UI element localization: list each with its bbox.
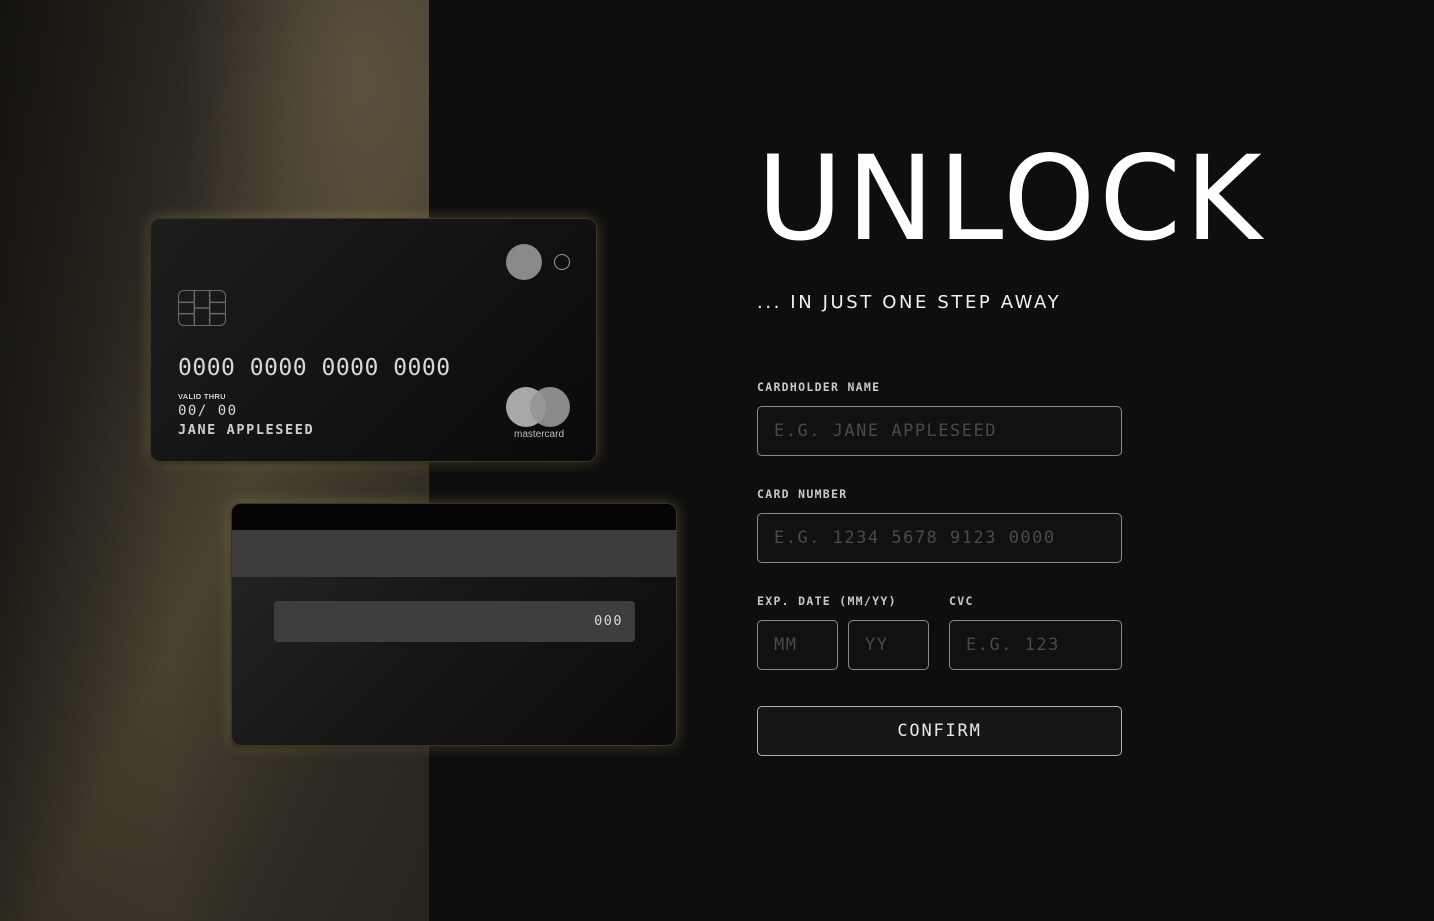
magnetic-stripe [232,530,676,577]
card-number-display: 0000 0000 0000 0000 [178,355,451,381]
mastercard-circle-right [530,387,570,427]
signature-strip: 000 [274,601,635,642]
page-subtitle: ... IN JUST ONE STEP AWAY [757,292,1062,313]
page-title: UNLOCK [757,130,1266,267]
confirm-button[interactable]: CONFIRM [757,706,1122,756]
card-back-preview: 000 [231,503,677,746]
mastercard-wordmark: mastercard [513,429,564,440]
cardholder-name-input[interactable] [757,406,1122,456]
exp-month-input[interactable] [757,620,838,670]
chip-icon [178,290,226,326]
card-front-preview: 0000 0000 0000 0000 VALID THRU 00/ 00 JA… [150,218,597,462]
card-back-top-band [232,504,676,530]
card-number-input[interactable] [757,513,1122,563]
exp-date-label: EXP. DATE (MM/YY) [757,594,897,608]
cvc-label: CVC [949,594,974,608]
cvc-display: 000 [594,613,623,629]
cardholder-display: JANE APPLESEED [178,422,315,438]
exp-year-input[interactable] [848,620,929,670]
mastercard-logo: mastercard [503,387,573,441]
valid-thru-label: VALID THRU [178,392,226,401]
cardholder-label: CARDHOLDER NAME [757,380,881,394]
expiry-display: 00/ 00 [178,403,238,419]
card-dot-large [506,244,542,280]
card-number-label: CARD NUMBER [757,487,848,501]
cvc-input[interactable] [949,620,1122,670]
card-dot-small [554,254,570,270]
